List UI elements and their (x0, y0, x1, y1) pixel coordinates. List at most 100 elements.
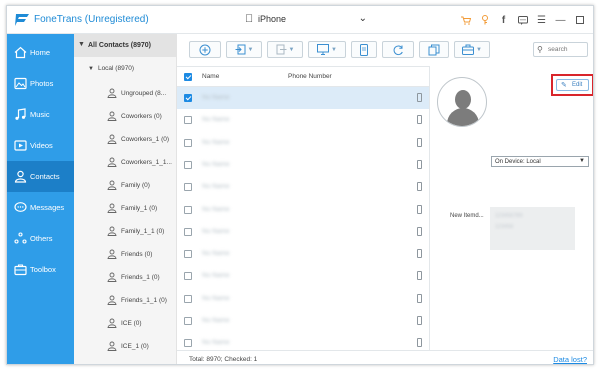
table-row[interactable]: No Name (177, 109, 429, 131)
contact-group-item[interactable]: Friends_1_1 (0) (107, 293, 167, 307)
sidebar-item-home[interactable]: Home (7, 37, 74, 68)
collapse-arrow-icon[interactable]: ▼ (78, 41, 85, 48)
contact-name: No Name (202, 160, 230, 168)
row-checkbox[interactable] (184, 227, 192, 236)
row-checkbox[interactable] (184, 317, 192, 325)
row-checkbox[interactable] (184, 250, 192, 259)
table-row[interactable]: No Name (177, 332, 429, 350)
key-icon[interactable] (475, 12, 494, 28)
monitor-icon (317, 44, 330, 55)
search-input[interactable] (548, 44, 586, 55)
phone-device-icon (417, 182, 422, 192)
import-button[interactable]: ▼ (226, 41, 262, 58)
phone-device-icon (417, 137, 422, 147)
column-header-name[interactable]: Name (202, 73, 219, 80)
apple-icon:  (245, 13, 253, 25)
cart-icon[interactable] (456, 12, 475, 28)
add-icon (199, 44, 211, 55)
contact-group-label: ICE_1 (0) (121, 342, 149, 350)
contact-group-item[interactable]: Family_1 (0) (107, 201, 157, 215)
phone-device-icon (417, 338, 422, 348)
field-value-box[interactable]: 123456789 123456 (490, 207, 575, 250)
backup-button[interactable] (351, 41, 377, 58)
select-all-checkbox[interactable] (184, 73, 192, 81)
table-row[interactable]: No Name (177, 176, 429, 198)
contact-group-item[interactable]: ICE_1 (0) (107, 339, 149, 353)
contact-group-item[interactable]: Coworkers (0) (107, 109, 162, 123)
table-row[interactable]: No Name (177, 132, 429, 154)
row-checkbox[interactable] (184, 294, 192, 303)
messages-icon (14, 202, 27, 212)
contact-group-item[interactable]: Family (0) (107, 178, 150, 192)
phone-device-icon (417, 159, 422, 169)
contact-avatar[interactable] (437, 77, 487, 127)
table-row[interactable]: No Name (177, 221, 429, 243)
phone-device-icon (417, 226, 422, 236)
chevron-down-icon[interactable]: ⌄ (359, 13, 367, 24)
sidebar-item-videos[interactable]: Videos (7, 130, 74, 161)
contact-group-item[interactable]: Ungrouped (8... (107, 86, 166, 100)
table-row[interactable]: No Name (177, 310, 429, 332)
menu-icon[interactable]: ☰ (532, 12, 551, 28)
contact-group-item[interactable]: ICE (0) (107, 316, 142, 330)
contact-group-item[interactable]: Family_1_1 (0) (107, 224, 164, 238)
table-row[interactable]: No Name (177, 265, 429, 287)
contacts-icon (14, 170, 27, 183)
add-contact-button[interactable] (189, 41, 221, 58)
phone-device-icon (417, 115, 422, 125)
collapse-arrow-icon[interactable]: ▼ (88, 66, 94, 72)
export-to-device-button[interactable]: ▼ (308, 41, 346, 58)
facebook-icon[interactable]: f (494, 12, 513, 28)
group-person-icon (107, 111, 117, 121)
sidebar-item-music[interactable]: Music (7, 99, 74, 130)
row-checkbox[interactable] (184, 339, 192, 348)
chevron-down-icon: ▼ (476, 46, 482, 53)
search-box[interactable]: ⚲ (533, 42, 588, 57)
maximize-icon[interactable] (570, 12, 589, 28)
row-checkbox[interactable] (184, 94, 192, 102)
device-selector[interactable]:  iPhone ⌄ (245, 12, 369, 28)
dropdown-arrow-icon: ▼ (579, 158, 585, 164)
contact-group-item[interactable]: Friends (0) (107, 247, 152, 261)
contact-group-item[interactable]: Friends_1 (0) (107, 270, 160, 284)
table-row[interactable]: No Name (177, 243, 429, 265)
duplicate-button[interactable] (419, 41, 449, 58)
toolbox-button[interactable]: ▼ (454, 41, 490, 58)
refresh-button[interactable] (382, 41, 414, 58)
row-checkbox[interactable] (184, 138, 192, 147)
chat-icon[interactable] (513, 12, 532, 28)
export-button[interactable]: ▼ (267, 41, 303, 58)
close-icon[interactable]: ✕ (589, 12, 593, 28)
group-person-icon (107, 226, 117, 236)
sidebar-item-contacts[interactable]: Contacts (7, 161, 74, 192)
total-count-text: Total: 8970; Checked: 1 (189, 356, 258, 363)
column-header-phone[interactable]: Phone Number (288, 73, 332, 80)
sidebar-item-toolbox[interactable]: Toolbox (7, 254, 74, 285)
row-checkbox[interactable] (184, 272, 192, 281)
minimize-icon[interactable]: — (551, 12, 570, 28)
phone-device-icon (417, 204, 422, 214)
phone-device-icon (417, 293, 422, 303)
table-row[interactable]: No Name (177, 288, 429, 310)
on-device-dropdown[interactable]: On Device: Local ▼ (491, 156, 589, 167)
sidebar-item-photos[interactable]: Photos (7, 68, 74, 99)
all-contacts-header[interactable]: ▼ All Contacts (8970) (74, 34, 176, 57)
group-person-icon (107, 134, 117, 144)
data-lost-link[interactable]: Data lost? (553, 355, 587, 364)
sidebar-item-label: Messages (30, 203, 65, 212)
table-row[interactable]: No Name (177, 199, 429, 221)
row-checkbox[interactable] (184, 205, 192, 214)
group-person-icon (107, 180, 117, 190)
contact-group-item[interactable]: Coworkers_1_1... (107, 155, 172, 169)
row-checkbox[interactable] (184, 183, 192, 192)
edit-button[interactable]: ✎ Edit (556, 79, 589, 91)
phone-device-icon (417, 316, 422, 325)
sidebar-item-messages[interactable]: Messages (7, 192, 74, 223)
table-row[interactable]: No Name (177, 87, 429, 109)
contact-group-item[interactable]: Coworkers_1 (0) (107, 132, 169, 146)
sidebar-item-others[interactable]: Others (7, 223, 74, 254)
row-checkbox[interactable] (184, 116, 192, 125)
tree-local-node[interactable]: ▼ Local (8970) (88, 65, 134, 72)
row-checkbox[interactable] (184, 160, 192, 169)
table-row[interactable]: No Name (177, 154, 429, 176)
